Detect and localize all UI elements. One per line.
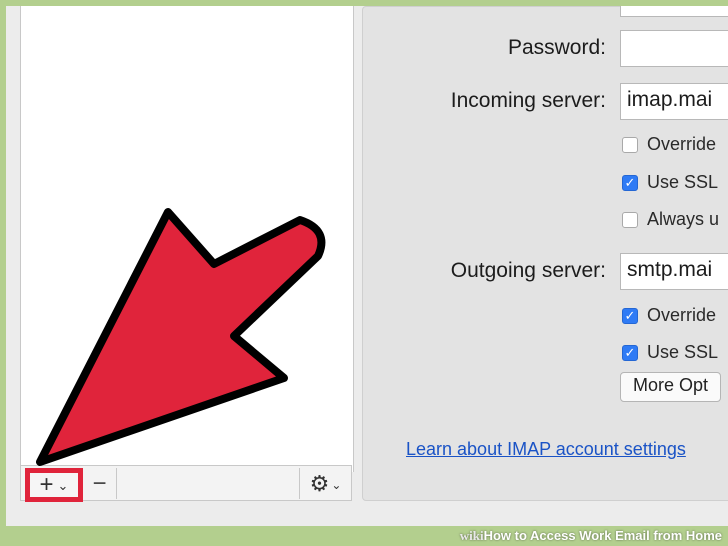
outgoing-use-ssl-option[interactable]: ✓ Use SSL [622, 342, 718, 363]
checkbox[interactable]: ✓ [622, 344, 638, 361]
checkbox-label: Override [647, 134, 717, 154]
account-list-toolbar: + ⌄ − ⚙ ⌄ [20, 465, 352, 502]
gear-icon: ⚙ [309, 470, 330, 496]
incoming-use-ssl-option[interactable]: ✓ Use SSL [622, 172, 718, 193]
add-account-button[interactable]: + ⌄ [25, 468, 83, 502]
password-field[interactable] [620, 30, 728, 67]
incoming-server-field[interactable]: imap.mai [620, 83, 728, 120]
checkbox[interactable] [622, 136, 638, 153]
outgoing-server-field[interactable]: smtp.mai [620, 253, 728, 290]
outgoing-server-label: Outgoing server: [450, 259, 606, 282]
incoming-override-option[interactable]: Override [622, 134, 716, 155]
user-name-field[interactable] [620, 6, 728, 17]
chevron-down-icon: ⌄ [57, 478, 69, 493]
plus-icon: + [39, 471, 54, 498]
account-list[interactable] [20, 6, 354, 472]
remove-account-button[interactable]: − [83, 468, 117, 499]
checkbox-label: Override [647, 305, 717, 325]
mail-preferences-window: + ⌄ − ⚙ ⌄ Password: Incoming server: ima… [6, 6, 728, 526]
wikihow-logo: wiki [459, 528, 484, 543]
checkbox-label: Use SSL [647, 342, 719, 362]
checkbox-label: Always u [647, 209, 720, 229]
learn-imap-settings-link[interactable]: Learn about IMAP account settings [406, 439, 686, 460]
password-label: Password: [507, 36, 606, 59]
incoming-server-label: Incoming server: [450, 89, 606, 112]
more-options-button[interactable]: More Opt [620, 372, 722, 402]
wikihow-watermark: wikiHow to Access Work Email from Home [460, 526, 722, 546]
minus-icon: − [92, 469, 107, 497]
incoming-always-option[interactable]: Always u [622, 209, 719, 230]
chevron-down-icon: ⌄ [331, 477, 342, 492]
checkbox[interactable] [622, 211, 638, 228]
account-actions-button[interactable]: ⚙ ⌄ [299, 468, 351, 499]
watermark-title: How to Access Work Email from Home [483, 528, 722, 543]
checkbox[interactable]: ✓ [622, 307, 638, 324]
checkbox-label: Use SSL [647, 172, 719, 192]
checkbox[interactable]: ✓ [622, 174, 638, 191]
outgoing-override-option[interactable]: ✓ Override [622, 305, 716, 326]
